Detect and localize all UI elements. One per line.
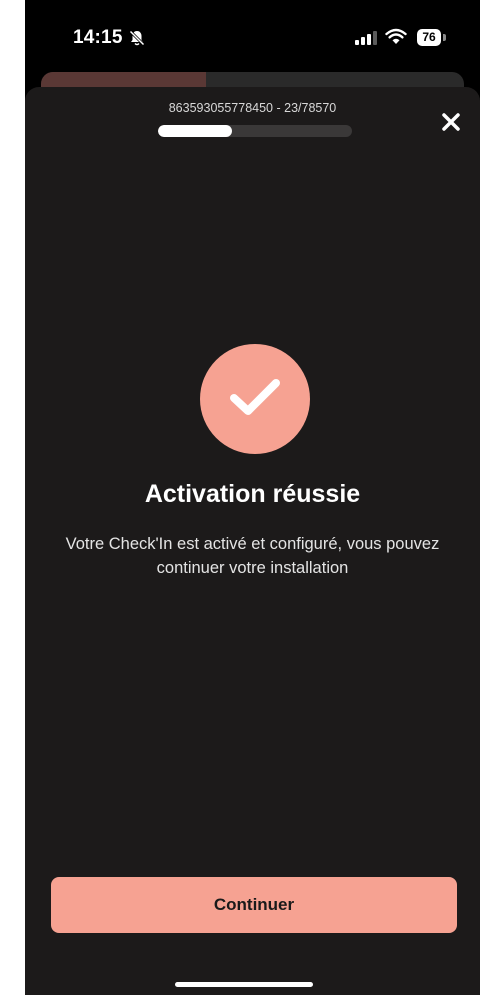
progress-bar bbox=[158, 125, 352, 137]
home-indicator[interactable] bbox=[175, 982, 313, 987]
check-icon bbox=[230, 379, 280, 415]
status-bar: 14:15 76 bbox=[25, 0, 480, 70]
continue-button[interactable]: Continuer bbox=[51, 877, 457, 933]
page-title: Activation réussie bbox=[144, 480, 361, 508]
battery-cap bbox=[443, 34, 446, 41]
signal-icon bbox=[355, 31, 377, 50]
progress-bar-fill bbox=[158, 125, 232, 137]
close-button[interactable] bbox=[437, 108, 465, 136]
activation-sheet: 863593055778450 - 23/78570 Activation ré… bbox=[25, 87, 480, 995]
success-circle bbox=[200, 344, 310, 454]
wifi-icon bbox=[385, 28, 407, 50]
success-description: Votre Check'In est activé et configuré, … bbox=[65, 535, 440, 577]
bell-slash-icon bbox=[128, 29, 146, 47]
close-icon bbox=[442, 113, 460, 131]
device-serial: 863593055778450 - 23/78570 bbox=[168, 101, 337, 115]
phone-screen: 14:15 76 863593055778450 - 23/78570 Acti… bbox=[25, 0, 480, 995]
battery-icon: 76 bbox=[417, 29, 441, 46]
status-time: 14:15 bbox=[73, 27, 123, 48]
